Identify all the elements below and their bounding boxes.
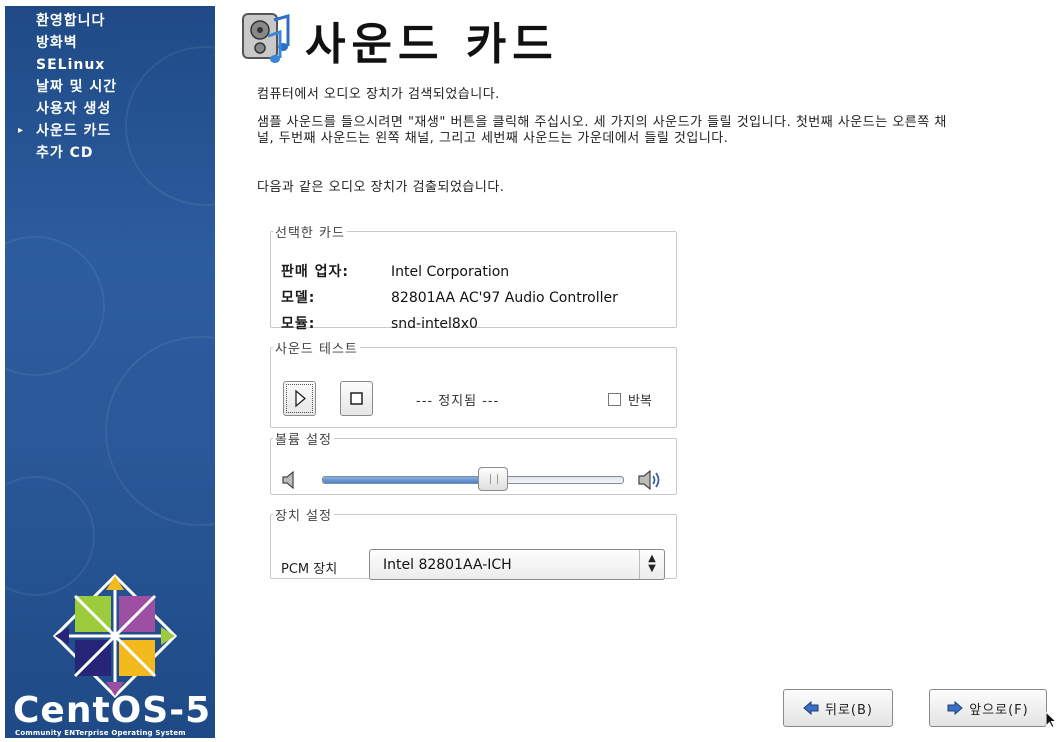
current-step-arrow-icon: ▸ [18, 125, 25, 136]
volume-slider-thumb[interactable] [478, 467, 509, 491]
back-button-label: 뒤로(B) [825, 702, 873, 718]
volume-slider-fill [323, 477, 494, 483]
volume-frame: 볼륨 설정 [270, 429, 677, 495]
sidebar-item-label: SELinux [36, 57, 106, 73]
sidebar-item-date-time[interactable]: 날짜 및 시간 [5, 76, 215, 98]
arrow-right-icon [947, 701, 964, 715]
stop-icon [350, 392, 363, 405]
play-icon [295, 389, 307, 408]
pcm-device-label: PCM 장치 [281, 562, 338, 577]
vendor-row: 판매 업자: Intel Corporation [281, 261, 509, 281]
arrow-left-icon [803, 701, 819, 715]
next-button-label: 앞으로(F) [969, 702, 1029, 718]
sidebar-item-create-user[interactable]: 사용자 생성 [5, 98, 215, 120]
sidebar-item-label: 사용자 생성 [36, 101, 112, 117]
centos-logo-icon [53, 574, 177, 698]
model-row: 모델: 82801AA AC'97 Audio Controller [281, 287, 618, 307]
vendor-label: 판매 업자: [281, 264, 349, 280]
sidebar-item-selinux[interactable]: SELinux [5, 54, 215, 76]
selected-card-legend: 선택한 카드 [275, 226, 345, 241]
up-down-arrows-icon: ▲ ▼ [639, 550, 664, 579]
sidebar-item-firewall[interactable]: 방화벽 [5, 32, 215, 54]
device-settings-legend: 장치 설정 [275, 509, 332, 524]
device-settings-frame: 장치 설정 PCM 장치 Intel 82801AA-ICH ▲ ▼ [270, 505, 677, 580]
sidebar-item-additional-cd[interactable]: 추가 CD [5, 142, 215, 164]
brand-subtitle: Community ENTerprise Operating System [15, 729, 186, 737]
model-label: 모델: [281, 290, 316, 306]
vendor-value: Intel Corporation [391, 264, 510, 280]
brand-name: CentOS-5 [13, 690, 212, 731]
play-button[interactable] [283, 381, 316, 416]
back-button[interactable]: 뒤로(B) [783, 689, 893, 727]
sound-card-icon [242, 13, 290, 63]
stop-button[interactable] [340, 381, 373, 416]
pcm-device-select[interactable]: Intel 82801AA-ICH ▲ ▼ [369, 549, 665, 580]
volume-high-icon [638, 469, 660, 491]
sidebar-item-label: 추가 CD [36, 145, 94, 161]
repeat-label[interactable]: 반복 [628, 390, 652, 409]
sidebar-nav: 환영합니다 방화벽 SELinux 날짜 및 시간 사용자 생성 ▸ 사운드 카드… [5, 10, 215, 164]
volume-legend: 볼륨 설정 [275, 433, 332, 448]
repeat-checkbox[interactable] [608, 393, 621, 406]
sidebar: 환영합니다 방화벽 SELinux 날짜 및 시간 사용자 생성 ▸ 사운드 카드… [5, 6, 215, 738]
found-text: 다음과 같은 오디오 장치가 검출되었습니다. [257, 180, 505, 195]
selected-card-frame: 선택한 카드 판매 업자: Intel Corporation 모델: 82801A… [270, 222, 677, 332]
decor-swirl [5, 236, 105, 376]
pcm-device-value: Intel 82801AA-ICH [383, 557, 512, 573]
module-value: snd-intel8x0 [391, 316, 478, 332]
sound-test-frame: 사운드 테스트 --- 정지됨 --- 반복 [270, 338, 677, 428]
next-button[interactable]: 앞으로(F) [929, 689, 1047, 727]
playback-status: --- 정지됨 --- [416, 394, 500, 409]
description-text: 샘플 사운드를 들으시려면 "재생" 버튼을 클릭해 주십시오. 세 가지의 사… [257, 115, 947, 146]
sidebar-item-welcome[interactable]: 환영합니다 [5, 10, 215, 32]
sidebar-item-label: 방화벽 [36, 35, 78, 51]
intro-text: 컴퓨터에서 오디오 장치가 검색되었습니다. [257, 87, 500, 102]
decor-swirl [105, 336, 215, 526]
sound-test-legend: 사운드 테스트 [275, 342, 358, 357]
sidebar-item-label: 날짜 및 시간 [36, 79, 118, 95]
mouse-cursor-icon [1046, 712, 1056, 728]
sidebar-item-sound-card[interactable]: ▸ 사운드 카드 [5, 120, 215, 142]
main-content: 사운드 카드 컴퓨터에서 오디오 장치가 검색되었습니다. 샘플 사운드를 들으… [215, 0, 1057, 742]
volume-low-icon [282, 470, 294, 490]
volume-slider-track[interactable] [322, 476, 624, 484]
model-value: 82801AA AC'97 Audio Controller [391, 290, 618, 306]
module-label: 모듈: [281, 316, 316, 332]
module-row: 모듈: snd-intel8x0 [281, 313, 478, 333]
sidebar-item-label: 사운드 카드 [36, 123, 112, 139]
page-title: 사운드 카드 [305, 19, 559, 70]
sidebar-item-label: 환영합니다 [36, 13, 106, 29]
